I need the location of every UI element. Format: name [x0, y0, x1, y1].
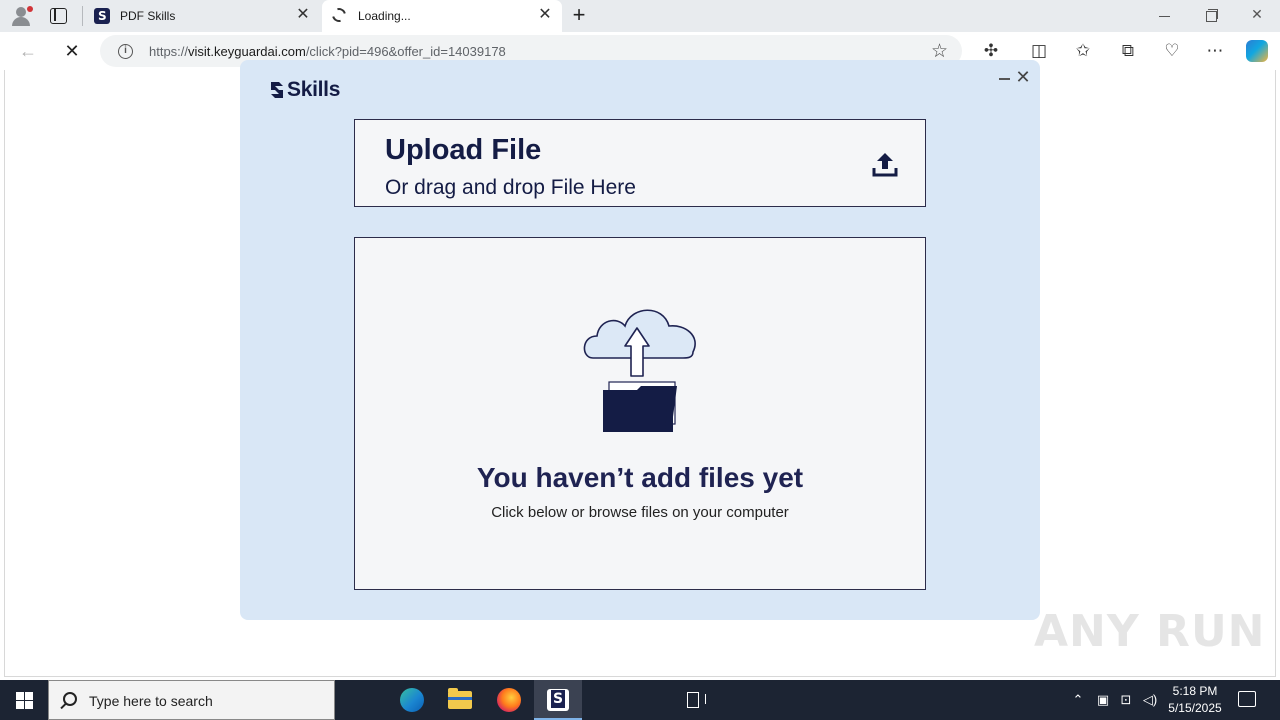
upload-file-button[interactable]: Upload File Or drag and drop File Here [354, 119, 926, 207]
volume-icon[interactable]: ◁) [1142, 692, 1158, 708]
edge-taskbar-button[interactable] [388, 680, 436, 720]
empty-state-subtitle: Click below or browse files on your comp… [491, 504, 789, 521]
clock-date: 5/15/2025 [1168, 701, 1222, 715]
tab-title: Loading... [358, 9, 411, 23]
tab-title: PDF Skills [120, 9, 176, 23]
skills-app-icon [547, 689, 569, 711]
show-hidden-icons-icon[interactable]: ⌃ [1070, 692, 1086, 708]
file-drop-zone[interactable]: You haven’t add files yet Click below or… [354, 237, 926, 590]
edge-icon [400, 688, 424, 712]
upload-subtitle: Or drag and drop File Here [385, 176, 636, 199]
anyrun-watermark: ANY RUN [1034, 606, 1266, 657]
more-options-icon[interactable]: ⋯ [1204, 40, 1226, 62]
back-arrow-icon[interactable]: ← [17, 40, 39, 62]
empty-state-title: You haven’t add files yet [476, 462, 804, 493]
taskbar-search-input[interactable]: Type here to search [48, 680, 335, 720]
firefox-taskbar-button[interactable] [485, 680, 533, 720]
upload-title: Upload File [385, 134, 542, 166]
loading-spinner-icon [329, 5, 349, 25]
extensions-icon[interactable]: ✣ [980, 40, 1002, 62]
skills-popup: Skills ✕ Upload File Or drag and drop Fi… [240, 60, 1040, 620]
search-icon [63, 692, 77, 706]
start-button[interactable] [0, 680, 48, 720]
site-info-icon[interactable]: i [118, 44, 133, 59]
popup-close-button[interactable]: ✕ [1015, 68, 1031, 86]
split-screen-icon[interactable]: ◫ [1028, 40, 1050, 62]
file-explorer-taskbar-button[interactable] [436, 680, 484, 720]
meet-now-icon[interactable]: ▣ [1095, 692, 1111, 708]
window-close-button[interactable]: ✕ [1242, 6, 1272, 26]
notifications-icon[interactable] [1238, 691, 1256, 707]
favorites-icon[interactable]: ✩ [1072, 40, 1094, 62]
cloud-upload-folder-illustration [583, 309, 696, 432]
stop-loading-icon[interactable]: ✕ [61, 40, 83, 62]
skills-taskbar-button[interactable] [534, 680, 582, 720]
new-tab-button[interactable]: + [568, 4, 590, 27]
skills-favicon-icon [94, 8, 110, 24]
taskbar-clock[interactable]: 5:18 PM 5/15/2025 [1160, 683, 1230, 717]
window-minimize-button[interactable] [1150, 6, 1180, 26]
window-restore-button[interactable] [1196, 6, 1226, 26]
browser-essentials-icon[interactable]: ♡ [1161, 40, 1183, 62]
copilot-icon[interactable] [1246, 40, 1268, 62]
tab-actions-icon[interactable] [50, 8, 67, 24]
collections-icon[interactable]: ⧉ [1117, 40, 1139, 62]
windows-taskbar: Type here to search ⌃ ▣ ⊡ ◁) 5:18 PM 5/1… [0, 680, 1280, 720]
skills-logo-icon [271, 82, 283, 98]
tab-close-icon[interactable]: ✕ [536, 6, 554, 24]
popup-minimize-button[interactable] [997, 71, 1011, 85]
task-view-button[interactable] [336, 680, 706, 720]
tab-close-icon[interactable]: ✕ [294, 6, 312, 24]
brand-name: Skills [287, 78, 341, 101]
clock-time: 5:18 PM [1172, 684, 1218, 698]
file-explorer-icon [448, 688, 472, 709]
network-icon[interactable]: ⊡ [1118, 692, 1134, 708]
profile-icon[interactable] [8, 4, 34, 28]
tab-loading[interactable]: Loading... ✕ [322, 0, 562, 32]
upload-icon [872, 153, 898, 177]
firefox-icon [497, 688, 521, 712]
tab-pdf-skills[interactable]: PDF Skills ✕ [84, 0, 320, 32]
search-placeholder: Type here to search [89, 693, 213, 709]
url-text[interactable]: https://visit.keyguardai.com/click?pid=4… [149, 44, 506, 59]
task-view-icon [687, 692, 706, 708]
tab-strip: PDF Skills ✕ Loading... ✕ + ✕ [0, 0, 1280, 32]
